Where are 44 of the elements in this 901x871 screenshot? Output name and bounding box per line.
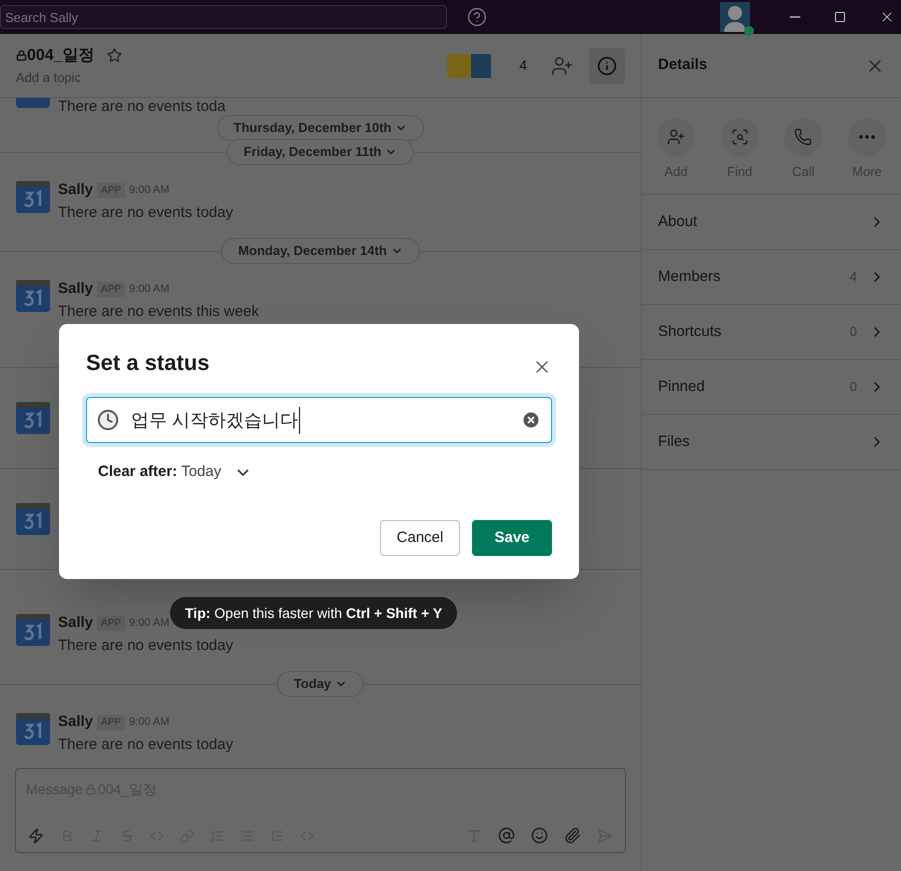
cancel-button[interactable]: Cancel: [380, 520, 460, 556]
message-text: There are no events today: [58, 636, 234, 656]
more-icon: [858, 135, 875, 139]
date-divider-button[interactable]: Thursday, December 10th: [216, 115, 424, 141]
dialog-title: Set a status: [86, 349, 210, 377]
mention-icon[interactable]: [498, 827, 515, 844]
message-text: There are no events today: [58, 734, 234, 754]
author-name[interactable]: Sally: [58, 179, 94, 202]
info-button[interactable]: [589, 48, 625, 84]
clock-icon[interactable]: [97, 409, 119, 431]
info-icon: [597, 56, 617, 76]
member-count[interactable]: 4: [519, 55, 527, 76]
help-icon[interactable]: [467, 7, 487, 27]
save-button[interactable]: Save: [472, 520, 552, 556]
message-text: There are no events this week: [58, 302, 259, 322]
author-name[interactable]: Sally: [58, 711, 94, 734]
tip-tooltip: Tip: Open this faster with Ctrl + Shift + Y: [170, 597, 458, 629]
message-text: There are no events toda: [58, 98, 226, 116]
author-name[interactable]: Sally: [58, 612, 94, 634]
maximize-icon[interactable]: [834, 11, 846, 23]
lock-icon: [16, 50, 27, 62]
search-field[interactable]: Search Sally: [0, 5, 447, 29]
date-divider-button[interactable]: Monday, December 14th: [221, 238, 420, 264]
details-title: Details: [658, 55, 708, 76]
date-divider-button[interactable]: Friday, December 11th: [226, 139, 414, 165]
add-person-icon[interactable]: [551, 54, 573, 76]
shortcuts-icon[interactable]: [28, 828, 44, 844]
details-section-row[interactable]: Files: [642, 415, 901, 470]
lock-icon: [84, 784, 96, 795]
call-icon: [794, 128, 812, 146]
clear-icon[interactable]: [521, 410, 541, 430]
attach-icon[interactable]: [564, 827, 581, 844]
star-icon[interactable]: [106, 48, 122, 64]
find-icon: [730, 128, 749, 146]
channel-name[interactable]: 004_일정: [27, 44, 95, 68]
message-text: There are no events today: [58, 202, 234, 222]
author-name[interactable]: Sally: [58, 278, 94, 300]
emoji-icon[interactable]: [531, 827, 548, 844]
date-divider-button[interactable]: Today: [276, 671, 364, 697]
clear-after-dropdown[interactable]: Clear after: Today: [98, 461, 250, 484]
chevron-icon: [237, 468, 250, 476]
add-icon: [667, 128, 685, 146]
details-section-row[interactable]: About: [642, 195, 901, 250]
member-avatar[interactable]: [471, 54, 492, 78]
